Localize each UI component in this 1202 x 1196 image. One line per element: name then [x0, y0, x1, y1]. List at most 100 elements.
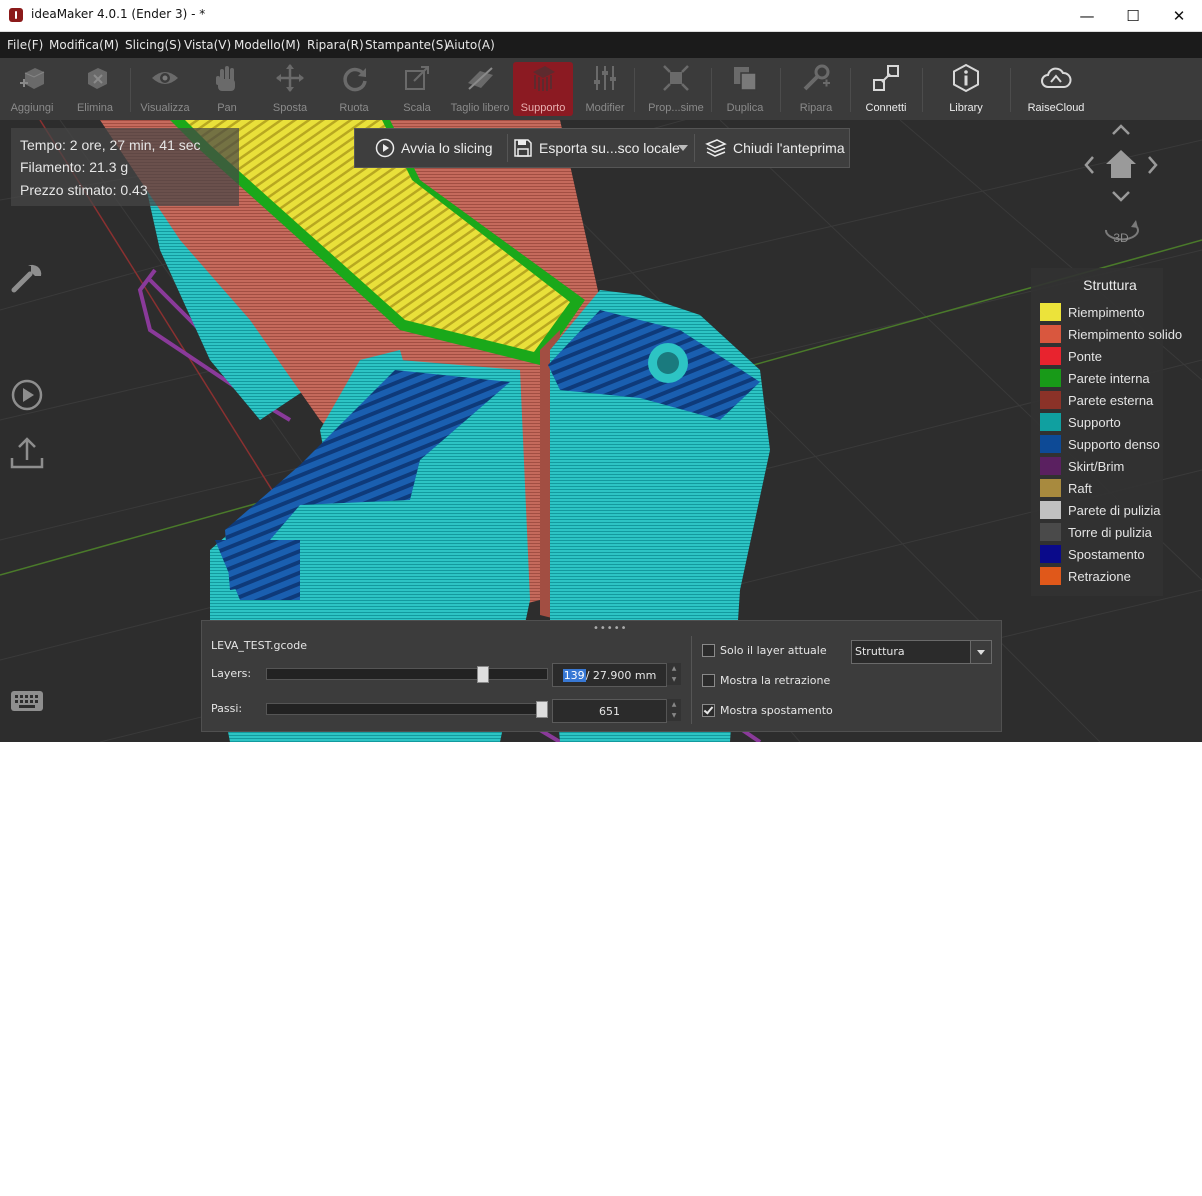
close-preview-label: Chiudi l'anteprima [733, 140, 845, 156]
view-label: Visualizza [140, 102, 190, 114]
spin-up-icon[interactable]: ▲ [666, 699, 681, 710]
freecut-label: Taglio libero [450, 102, 510, 114]
export-local-button[interactable]: Esporta su...sco locale [513, 129, 680, 167]
add-button[interactable]: Aggiungi [9, 62, 55, 116]
add-cube-icon [16, 62, 48, 94]
proportional-label: Prop...sime [648, 102, 704, 114]
menu-help[interactable]: Aiuto(A) [446, 38, 495, 52]
cut-icon [464, 62, 496, 94]
library-button[interactable]: Library [944, 62, 988, 116]
legend-swatch [1040, 523, 1061, 541]
modifier-button[interactable]: Modifier [584, 62, 626, 116]
keyboard-icon[interactable] [10, 688, 44, 718]
repair-label: Ripara [799, 102, 833, 114]
sliders-icon [589, 62, 621, 94]
layers-slider-thumb[interactable] [476, 666, 489, 683]
app-window: ideaMaker 4.0.1 (Ender 3) - * — ☐ ✕ File… [0, 0, 1202, 742]
connect-icon [870, 62, 902, 94]
raisecloud-button[interactable]: RaiseCloud [1026, 62, 1086, 116]
scale-button[interactable]: Scala [397, 62, 437, 116]
connect-button[interactable]: Connetti [862, 62, 910, 116]
gcode-filename: LEVA_TEST.gcode [211, 639, 307, 652]
view-button[interactable]: Visualizza [140, 62, 190, 116]
checkbox-box[interactable] [702, 674, 715, 687]
menu-printer[interactable]: Stampante(S) [365, 38, 448, 52]
legend-item: Retrazione [1040, 565, 1131, 587]
view-mode-select[interactable]: Struttura [851, 640, 992, 664]
proportional-button[interactable]: Prop...sime [648, 62, 704, 116]
duplicate-button[interactable]: Duplica [725, 62, 765, 116]
nav-left-arrow[interactable] [1084, 156, 1094, 174]
delete-button[interactable]: Elimina [75, 62, 115, 116]
app-logo-icon [9, 8, 23, 22]
start-slicing-label: Avvia lo slicing [401, 140, 493, 156]
only-current-layer-checkbox[interactable]: Solo il layer attuale [702, 644, 827, 657]
view-mode-3d[interactable]: 3D [1113, 231, 1129, 245]
layer-height: / 27.900 mm [585, 668, 657, 682]
print-stats-overlay: Tempo: 2 ore, 27 min, 41 sec Filamento: … [11, 128, 239, 206]
print-time: Tempo: 2 ore, 27 min, 41 sec [20, 137, 201, 153]
steps-value-field[interactable]: 651 [552, 699, 667, 723]
cloud-icon [1040, 62, 1072, 94]
freecut-button[interactable]: Taglio libero [450, 62, 510, 116]
close-button[interactable]: ✕ [1156, 0, 1202, 31]
save-disk-icon [513, 138, 533, 158]
nav-right-arrow[interactable] [1148, 156, 1158, 174]
wrench-icon [800, 62, 832, 94]
menu-model[interactable]: Modello(M) [234, 38, 300, 52]
layers-slider-track[interactable] [266, 668, 548, 680]
layer-value-field[interactable]: 139 / 27.900 mm [552, 663, 667, 687]
steps-number: 651 [599, 704, 620, 718]
chevron-down-icon[interactable] [970, 641, 991, 663]
menu-bar: File(F) Modifica(M) Slicing(S) Vista(V) … [0, 32, 1202, 58]
menu-edit[interactable]: Modifica(M) [49, 38, 119, 52]
legend-swatch [1040, 501, 1061, 519]
show-travel-checkbox[interactable]: Mostra spostamento [702, 704, 833, 717]
legend-item: Torre di pulizia [1040, 521, 1152, 543]
menu-repair[interactable]: Ripara(R) [307, 38, 364, 52]
checkbox-box[interactable] [702, 704, 715, 717]
window-title: ideaMaker 4.0.1 (Ender 3) - * [31, 7, 206, 21]
upload-icon[interactable] [8, 434, 46, 476]
duplicate-label: Duplica [726, 102, 764, 114]
wrench-tool-icon[interactable] [8, 258, 46, 300]
nav-down-arrow[interactable] [1112, 191, 1130, 202]
steps-slider-track[interactable] [266, 703, 548, 715]
menu-view[interactable]: Vista(V) [184, 38, 231, 52]
move-button[interactable]: Sposta [270, 62, 310, 116]
legend-item: Parete interna [1040, 367, 1150, 389]
play-circle-icon [375, 138, 395, 158]
play-preview-icon[interactable] [8, 376, 46, 418]
start-slicing-button[interactable]: Avvia lo slicing [375, 129, 493, 167]
show-retraction-checkbox[interactable]: Mostra la retrazione [702, 674, 830, 687]
support-button[interactable]: Supporto [513, 62, 573, 116]
legend-item: Riempimento solido [1040, 323, 1182, 345]
spin-up-icon[interactable]: ▲ [666, 663, 681, 674]
panel-drag-handle[interactable]: ••••• [593, 623, 628, 634]
hand-icon [211, 62, 243, 94]
export-dropdown-arrow[interactable] [677, 129, 689, 167]
steps-spin-buttons[interactable]: ▲ ▼ [666, 699, 681, 721]
maximize-button[interactable]: ☐ [1110, 0, 1156, 31]
rotate-button[interactable]: Ruota [334, 62, 374, 116]
pan-label: Pan [217, 102, 237, 114]
nav-up-arrow[interactable] [1112, 124, 1130, 135]
layers-label: Layers: [211, 667, 252, 680]
close-preview-button[interactable]: Chiudi l'anteprima [705, 129, 845, 167]
layer-spin-buttons[interactable]: ▲ ▼ [666, 663, 681, 685]
checkbox-box[interactable] [702, 644, 715, 657]
menu-slicing[interactable]: Slicing(S) [125, 38, 181, 52]
title-bar: ideaMaker 4.0.1 (Ender 3) - * — ☐ ✕ [0, 0, 1202, 32]
spin-down-icon[interactable]: ▼ [666, 710, 681, 721]
filament-weight: Filamento: 21.3 g [20, 159, 129, 175]
spin-down-icon[interactable]: ▼ [666, 674, 681, 685]
legend-item: Supporto denso [1040, 433, 1160, 455]
repair-button[interactable]: Ripara [796, 62, 836, 116]
minimize-button[interactable]: — [1064, 0, 1110, 31]
pan-button[interactable]: Pan [207, 62, 247, 116]
menu-file[interactable]: File(F) [7, 38, 43, 52]
rotate-label: Ruota [339, 102, 369, 114]
legend-item: Supporto [1040, 411, 1121, 433]
home-view-icon[interactable] [1106, 150, 1136, 178]
steps-slider-thumb[interactable] [536, 701, 548, 718]
